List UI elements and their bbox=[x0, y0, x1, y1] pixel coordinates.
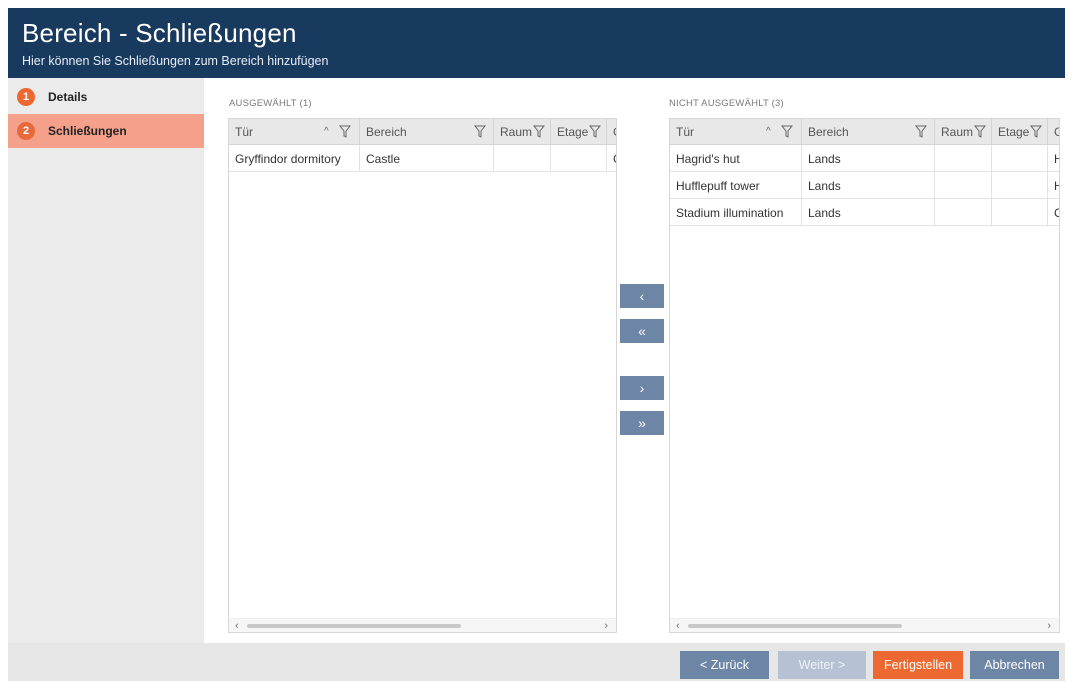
dialog-header: Bereich - Schließungen Hier können Sie S… bbox=[8, 8, 1065, 78]
selected-panel-label: AUSGEWÄHLT (1) bbox=[229, 98, 312, 109]
cell-tuer: Gryffindor dormitory bbox=[229, 145, 360, 172]
move-right-button[interactable]: › bbox=[620, 376, 664, 400]
next-button[interactable]: Weiter > bbox=[778, 651, 866, 679]
selected-grid: Tür ^ Bereich Raum Etage G Gryffindor do… bbox=[228, 118, 617, 633]
column-header-raum[interactable]: Raum bbox=[494, 119, 551, 145]
scroll-right-icon[interactable]: › bbox=[604, 619, 608, 632]
step-number-badge: 2 bbox=[17, 122, 35, 140]
step-label: Details bbox=[48, 90, 88, 104]
cell-tuer: Hagrid's hut bbox=[670, 145, 802, 172]
column-header-etage[interactable]: Etage bbox=[992, 119, 1048, 145]
table-row[interactable]: Gryffindor dormitory Castle G bbox=[229, 145, 616, 172]
cell-etage bbox=[551, 145, 607, 172]
scroll-right-icon[interactable]: › bbox=[1047, 619, 1051, 632]
table-row[interactable]: Hufflepuff tower Lands H bbox=[670, 172, 1059, 199]
cell-raum bbox=[935, 172, 992, 199]
dialog-subtitle: Hier können Sie Schließungen zum Bereich… bbox=[22, 54, 329, 68]
scroll-left-icon[interactable]: ‹ bbox=[676, 619, 680, 632]
scrollbar-thumb[interactable] bbox=[688, 624, 902, 628]
scroll-left-icon[interactable]: ‹ bbox=[235, 619, 239, 632]
filter-icon[interactable] bbox=[915, 125, 927, 138]
filter-icon[interactable] bbox=[474, 125, 486, 138]
grid-header: Tür ^ Bereich Raum Etage G bbox=[229, 119, 616, 145]
step-label: Schließungen bbox=[48, 124, 127, 138]
step-details[interactable]: 1 Details bbox=[8, 80, 204, 114]
main-content: AUSGEWÄHLT (1) Tür ^ Bereich Raum Etage … bbox=[204, 78, 1065, 643]
move-all-right-button[interactable]: » bbox=[620, 411, 664, 435]
cancel-button[interactable]: Abbrechen bbox=[970, 651, 1059, 679]
cell-g: H bbox=[1048, 145, 1059, 172]
filter-icon[interactable] bbox=[974, 125, 986, 138]
unselected-grid: Tür ^ Bereich Raum Etage G Hagrid's hut bbox=[669, 118, 1060, 633]
step-schliessungen[interactable]: 2 Schließungen bbox=[8, 114, 212, 148]
cell-tuer: Hufflepuff tower bbox=[670, 172, 802, 199]
cell-bereich: Lands bbox=[802, 145, 935, 172]
cell-etage bbox=[992, 145, 1048, 172]
dialog-title: Bereich - Schließungen bbox=[22, 18, 297, 48]
cell-raum bbox=[935, 199, 992, 226]
column-header-tuer[interactable]: Tür ^ bbox=[670, 119, 802, 145]
horizontal-scrollbar[interactable]: ‹ › bbox=[229, 618, 616, 632]
filter-icon[interactable] bbox=[533, 125, 545, 138]
cell-bereich: Lands bbox=[802, 172, 935, 199]
scrollbar-thumb[interactable] bbox=[247, 624, 461, 628]
filter-icon[interactable] bbox=[589, 125, 601, 138]
filter-icon[interactable] bbox=[1030, 125, 1042, 138]
cell-etage bbox=[992, 172, 1048, 199]
unselected-panel-label: NICHT AUSGEWÄHLT (3) bbox=[669, 98, 784, 109]
cell-bereich: Lands bbox=[802, 199, 935, 226]
cell-g: H bbox=[1048, 172, 1059, 199]
cell-raum bbox=[494, 145, 551, 172]
cell-tuer: Stadium illumination bbox=[670, 199, 802, 226]
filter-icon[interactable] bbox=[339, 125, 351, 138]
sort-asc-icon[interactable]: ^ bbox=[766, 126, 771, 137]
wizard-steps-sidebar: 1 Details 2 Schließungen bbox=[8, 78, 212, 643]
column-header-g[interactable]: G bbox=[607, 119, 616, 145]
column-header-bereich[interactable]: Bereich bbox=[360, 119, 494, 145]
back-button[interactable]: < Zurück bbox=[680, 651, 769, 679]
filter-icon[interactable] bbox=[781, 125, 793, 138]
cell-bereich: Castle bbox=[360, 145, 494, 172]
horizontal-scrollbar[interactable]: ‹ › bbox=[670, 618, 1059, 632]
table-row[interactable]: Stadium illumination Lands C bbox=[670, 199, 1059, 226]
column-header-etage[interactable]: Etage bbox=[551, 119, 607, 145]
step-number-badge: 1 bbox=[17, 88, 35, 106]
sort-asc-icon[interactable]: ^ bbox=[324, 126, 329, 137]
finish-button[interactable]: Fertigstellen bbox=[873, 651, 963, 679]
column-header-tuer[interactable]: Tür ^ bbox=[229, 119, 360, 145]
table-row[interactable]: Hagrid's hut Lands H bbox=[670, 145, 1059, 172]
column-header-g[interactable]: G bbox=[1048, 119, 1059, 145]
cell-g: C bbox=[1048, 199, 1059, 226]
move-all-left-button[interactable]: « bbox=[620, 319, 664, 343]
grid-header: Tür ^ Bereich Raum Etage G bbox=[670, 119, 1059, 145]
cell-raum bbox=[935, 145, 992, 172]
move-left-button[interactable]: ‹ bbox=[620, 284, 664, 308]
cell-g: G bbox=[607, 145, 616, 172]
cell-etage bbox=[992, 199, 1048, 226]
column-header-raum[interactable]: Raum bbox=[935, 119, 992, 145]
column-header-bereich[interactable]: Bereich bbox=[802, 119, 935, 145]
